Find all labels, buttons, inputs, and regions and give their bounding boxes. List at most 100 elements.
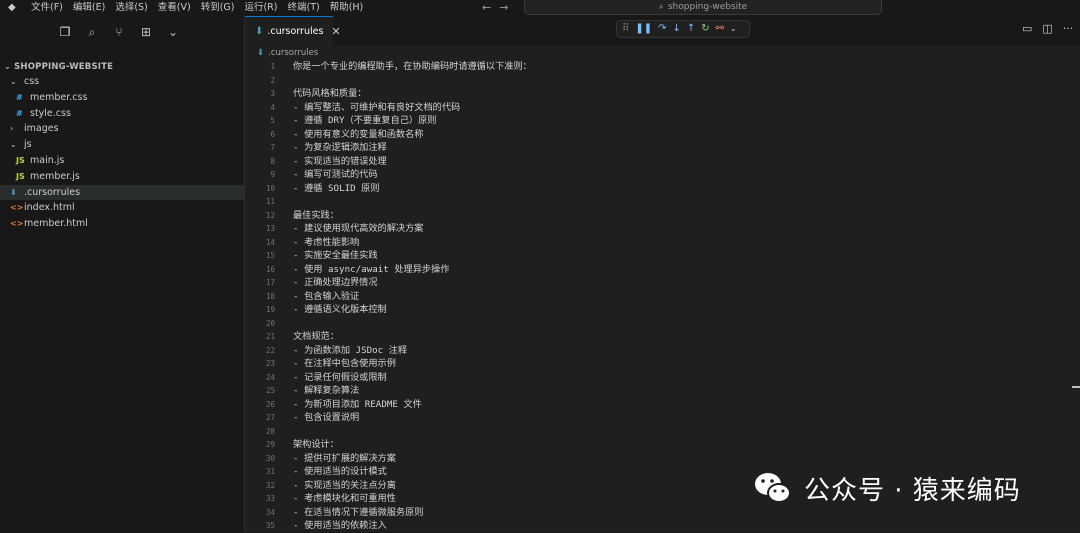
code-line[interactable]: 8 - 实现适当的错误处理: [245, 155, 1080, 169]
line-text: - 遵循 DRY（不要重复自己）原则: [293, 115, 437, 126]
tree-item-cursorrules[interactable]: ⬇ .cursorrules: [0, 184, 244, 201]
code-line[interactable]: 26 - 为新项目添加 README 文件: [245, 398, 1080, 412]
tree-item-label: member.js: [30, 170, 80, 182]
html-file-icon: <>: [10, 203, 24, 213]
more-actions-icon[interactable]: ···: [1063, 22, 1074, 35]
download-arrow-icon: ⬇: [257, 48, 265, 58]
source-control-icon[interactable]: ⑂: [112, 22, 126, 42]
code-line[interactable]: 18 - 包含输入验证: [245, 290, 1080, 304]
code-line[interactable]: 7 - 为复杂逻辑添加注释: [245, 141, 1080, 155]
tree-item-css[interactable]: ⌄ css: [0, 74, 244, 90]
tree-item-style-css[interactable]: # style.css: [0, 106, 244, 122]
menu-item[interactable]: 编辑(E): [68, 0, 110, 16]
menu-item[interactable]: 查看(V): [153, 0, 196, 16]
code-line[interactable]: 13 - 建议使用现代高效的解决方案: [245, 222, 1080, 236]
tree-item-images[interactable]: › images: [0, 121, 244, 137]
workspace-folder-header[interactable]: ⌄ SHOPPING-WEBSITE: [4, 62, 113, 72]
workspace-folder-name: SHOPPING-WEBSITE: [14, 62, 114, 72]
watermark-text: 公众号 · 猿来编码: [804, 475, 1021, 506]
forward-arrow-icon[interactable]: →: [499, 0, 508, 16]
tree-item-main-js[interactable]: JS main.js: [0, 153, 244, 169]
line-text: - 编写可测试的代码: [293, 169, 378, 180]
extensions-icon[interactable]: ⊞: [139, 22, 153, 42]
tree-item-member-css[interactable]: # member.css: [0, 90, 244, 106]
tree-item-label: member.css: [30, 91, 88, 103]
back-arrow-icon[interactable]: ←: [482, 0, 491, 16]
line-text: - 建议使用现代高效的解决方案: [293, 223, 424, 234]
split-editor-icon[interactable]: ◫: [1042, 22, 1052, 35]
chevron-down-icon: ⌄: [4, 62, 11, 71]
code-line[interactable]: 27 - 包含设置说明: [245, 411, 1080, 425]
restart-icon[interactable]: ↻: [701, 21, 709, 37]
menu-item[interactable]: 文件(F): [26, 0, 68, 16]
code-line[interactable]: 6 - 使用有意义的变量和函数名称: [245, 128, 1080, 142]
line-text: - 实现适当的错误处理: [293, 155, 387, 167]
step-out-icon[interactable]: ↑: [687, 21, 695, 37]
code-line[interactable]: 4 - 编写整洁、可维护和有良好文档的代码: [245, 101, 1080, 115]
tree-item-label: style.css: [30, 107, 71, 119]
code-line[interactable]: 17 - 正确处理边界情况: [245, 276, 1080, 290]
step-into-icon[interactable]: ↓: [672, 21, 680, 37]
tree-item-index-html[interactable]: <> index.html: [0, 200, 244, 216]
code-line[interactable]: 25 - 解释复杂算法: [245, 384, 1080, 398]
command-center[interactable]: ⌕ shopping-website: [524, 0, 882, 15]
tab-cursorrules[interactable]: ⬇ .cursorrules ✕: [245, 16, 341, 46]
tree-item-member-js[interactable]: JS member.js: [0, 169, 244, 185]
line-number: 24: [265, 372, 275, 382]
line-number: 22: [265, 345, 275, 355]
line-number: 21: [265, 332, 275, 341]
code-line[interactable]: 10 - 遵循 SOLID 原则: [245, 182, 1080, 196]
line-number: 28: [265, 426, 275, 436]
open-preview-icon[interactable]: ▭: [1022, 22, 1032, 35]
code-line[interactable]: 22 - 为函数添加 JSDoc 注释: [245, 344, 1080, 358]
line-number: 2: [270, 75, 275, 85]
search-icon[interactable]: ⌕: [85, 22, 99, 42]
drag-handle-icon[interactable]: ⠿: [622, 21, 629, 37]
code-line[interactable]: 3 代码风格和质量：: [245, 87, 1080, 101]
line-number: 10: [265, 183, 275, 193]
line-number: 29: [265, 440, 275, 449]
explorer-icon[interactable]: ❐: [58, 22, 72, 42]
line-text: - 使用有意义的变量和函数名称: [293, 128, 424, 140]
chevron-down-icon[interactable]: ⌄: [166, 22, 180, 42]
code-line[interactable]: 1 你是一个专业的编程助手，在协助编码时请遵循以下准则：: [245, 60, 1080, 74]
menu-item[interactable]: 运行(R): [239, 0, 282, 16]
close-icon[interactable]: ✕: [331, 25, 340, 38]
menu-bar: 文件(F) 编辑(E) 选择(S) 查看(V) 转到(G) 运行(R) 终端(T) 帮助(H): [26, 0, 368, 16]
menu-item[interactable]: 帮助(H): [325, 0, 369, 16]
chevron-down-icon: ⌄: [10, 77, 17, 86]
scrollbar-marker[interactable]: [1072, 386, 1080, 388]
code-line[interactable]: 14 - 考虑性能影响: [245, 236, 1080, 250]
chevron-down-icon[interactable]: ⌄: [730, 21, 737, 37]
code-line[interactable]: 2: [245, 74, 1080, 88]
code-line[interactable]: 11: [245, 195, 1080, 209]
line-text: - 考虑模块化和可重用性: [293, 493, 396, 504]
line-number: 33: [265, 494, 275, 503]
code-line[interactable]: 12 最佳实践：: [245, 209, 1080, 223]
code-line[interactable]: 24 - 记录任何假设或限制: [245, 371, 1080, 385]
command-center-label: shopping-website: [667, 2, 748, 12]
code-line[interactable]: 15 - 实施安全最佳实践: [245, 249, 1080, 263]
menu-item[interactable]: 选择(S): [110, 0, 152, 16]
line-text: - 包含输入验证: [293, 290, 360, 302]
code-line[interactable]: 20: [245, 317, 1080, 331]
menu-item[interactable]: 终端(T): [282, 0, 324, 16]
pause-icon[interactable]: ❚❚: [635, 21, 652, 37]
title-bar: ◆ 文件(F) 编辑(E) 选择(S) 查看(V) 转到(G) 运行(R) 终端(T) 帮助(…: [0, 0, 1080, 16]
menu-item[interactable]: 转到(G): [196, 0, 240, 16]
disconnect-icon[interactable]: ⚯: [716, 21, 724, 37]
code-line[interactable]: 16 - 使用 async/await 处理异步操作: [245, 263, 1080, 277]
breadcrumb-file[interactable]: .cursorrules: [268, 46, 318, 60]
code-line[interactable]: 19 - 遵循语义化版本控制: [245, 303, 1080, 317]
code-line[interactable]: 28: [245, 425, 1080, 439]
step-over-icon[interactable]: ↷: [658, 21, 666, 37]
tree-item-label: css: [24, 76, 40, 87]
code-line[interactable]: 23 - 在注释中包含使用示例: [245, 357, 1080, 371]
code-line[interactable]: 9 - 编写可测试的代码: [245, 168, 1080, 182]
tree-item-member-html[interactable]: <> member.html: [0, 216, 244, 232]
code-line[interactable]: 21 文档规范：: [245, 330, 1080, 344]
code-line[interactable]: 5 - 遵循 DRY（不要重复自己）原则: [245, 114, 1080, 128]
tree-item-js[interactable]: ⌄ js: [0, 137, 244, 153]
tree-item-label: images: [24, 123, 59, 135]
line-number: 11: [265, 197, 275, 206]
